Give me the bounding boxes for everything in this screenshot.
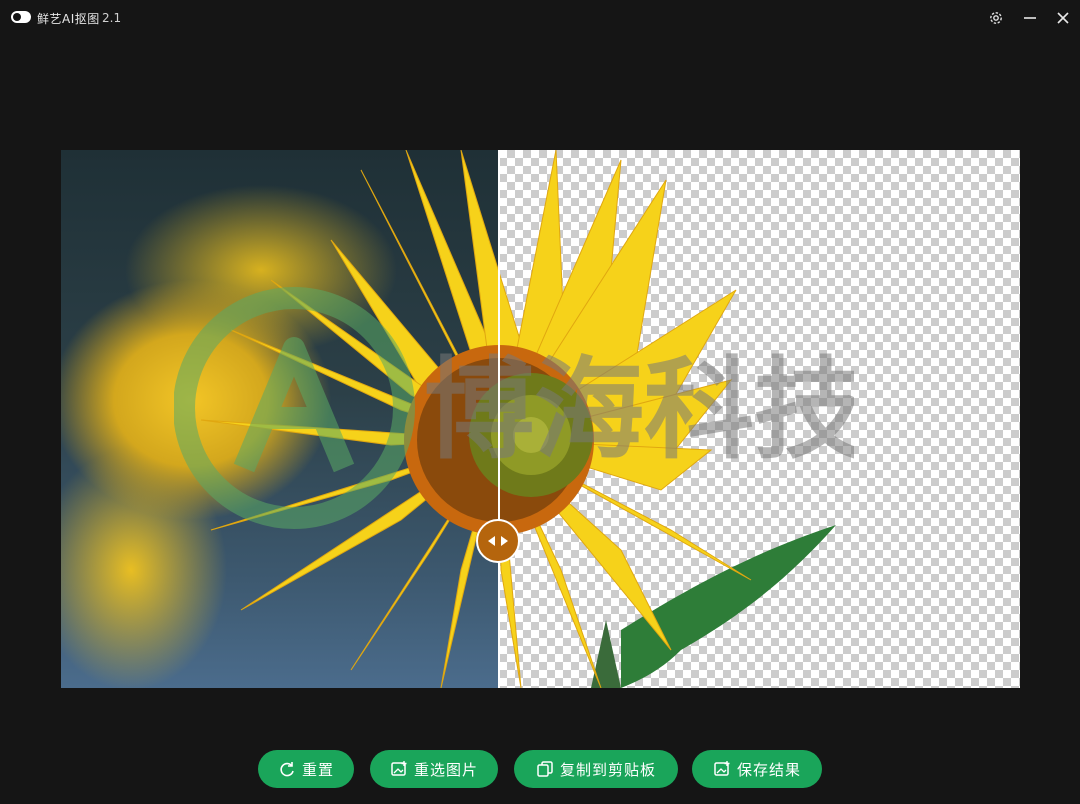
- image-add-icon: [391, 761, 407, 776]
- close-icon: [1057, 12, 1069, 24]
- compare-slider-handle[interactable]: [476, 519, 520, 563]
- app-version: 2.1: [102, 11, 122, 25]
- compare-divider[interactable]: [498, 150, 500, 688]
- minimize-button[interactable]: [1018, 6, 1042, 30]
- settings-button[interactable]: [984, 6, 1008, 30]
- left-right-arrows-icon: [488, 536, 508, 546]
- title-bar: 鲜艺AI抠图 2.1: [0, 0, 1080, 36]
- save-label: 保存结果: [736, 760, 801, 779]
- reselect-image-button[interactable]: 重选图片: [370, 750, 498, 788]
- save-result-button[interactable]: 保存结果: [692, 750, 822, 788]
- reset-button[interactable]: 重置: [258, 750, 354, 788]
- image-save-icon: [714, 761, 730, 776]
- app-title: 鲜艺AI抠图: [37, 12, 100, 26]
- action-toolbar: 重置 重选图片 复制到剪贴板 保存结果: [0, 750, 1080, 788]
- reset-label: 重置: [301, 760, 334, 779]
- sunflower-image: [200, 150, 836, 688]
- image-comparison-preview[interactable]: 博海科技: [61, 150, 1020, 688]
- copy-icon: [537, 761, 553, 777]
- reselect-label: 重选图片: [413, 760, 478, 779]
- close-button[interactable]: [1051, 6, 1075, 30]
- minimize-icon: [1024, 17, 1036, 19]
- copy-label: 复制到剪贴板: [559, 760, 656, 779]
- app-logo-icon: [11, 11, 31, 23]
- copy-to-clipboard-button[interactable]: 复制到剪贴板: [514, 750, 678, 788]
- refresh-icon: [280, 762, 294, 777]
- gear-icon: [990, 12, 1002, 24]
